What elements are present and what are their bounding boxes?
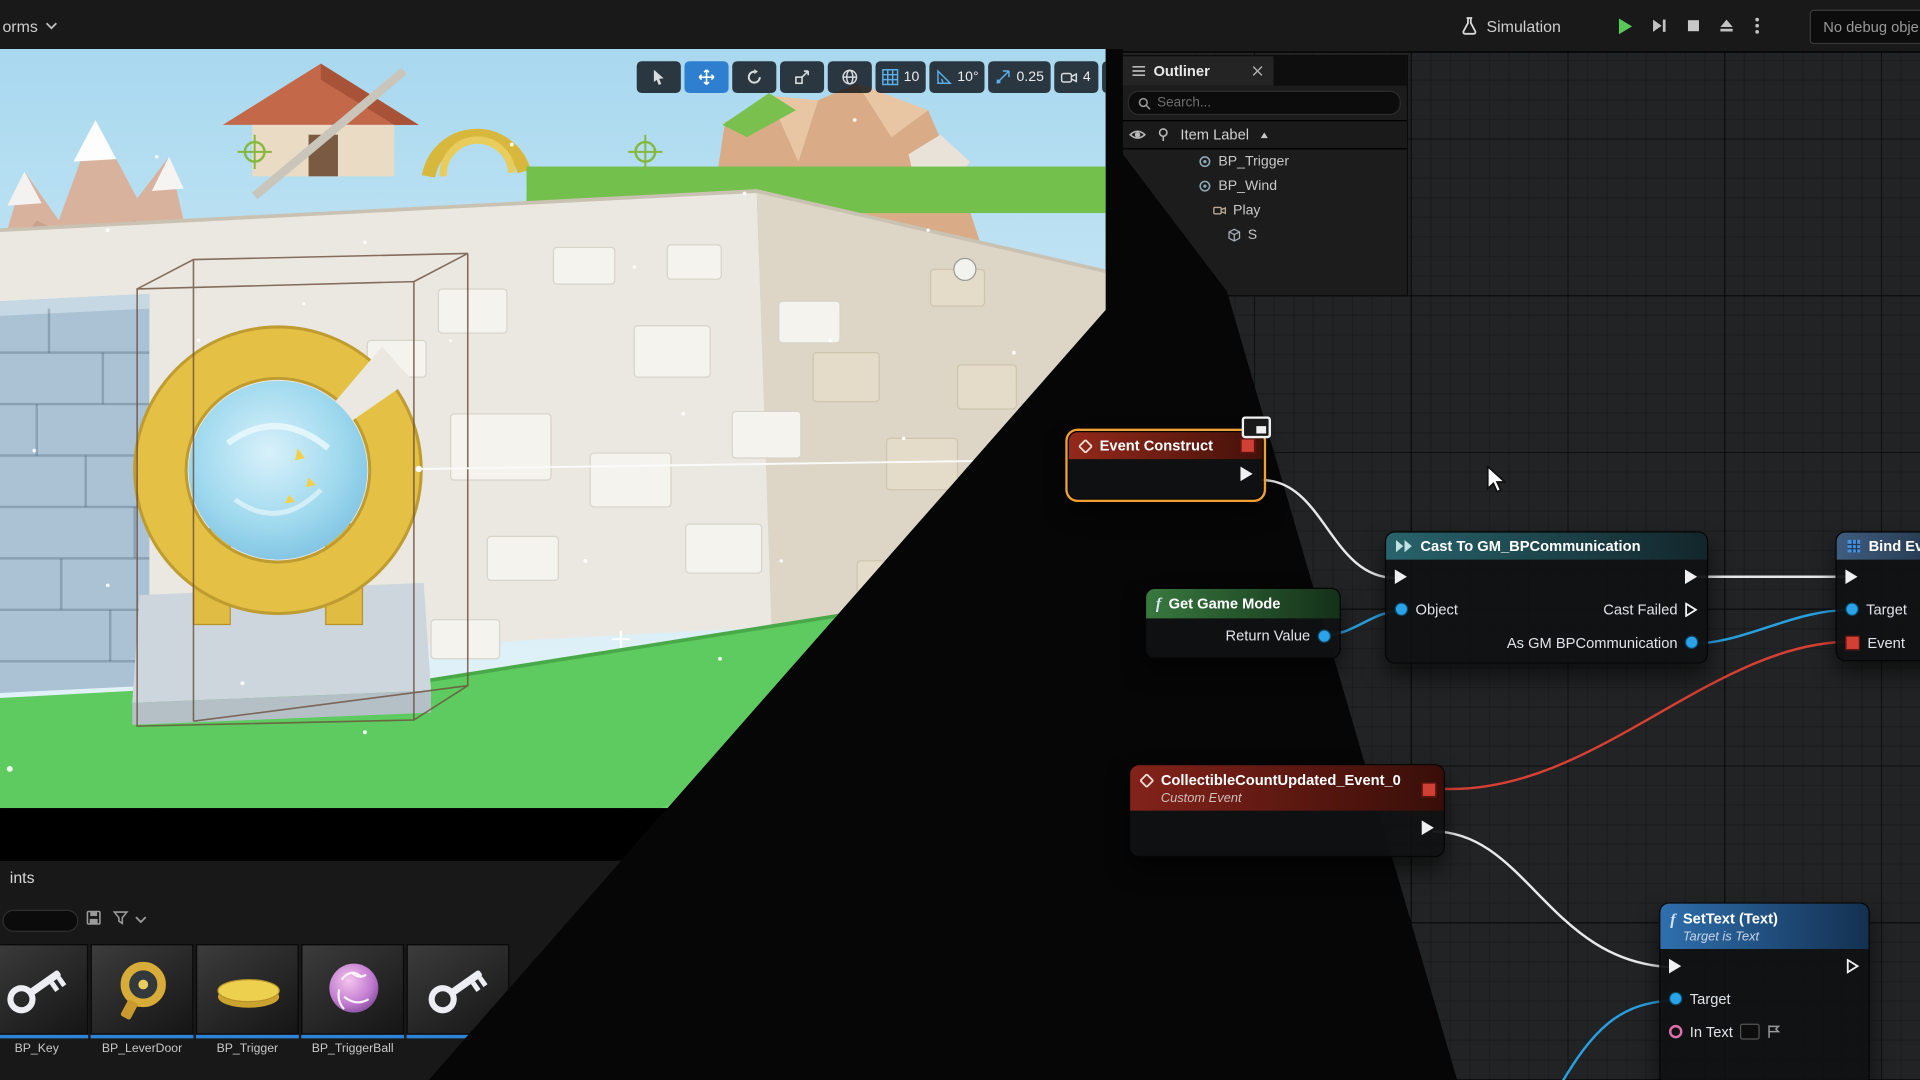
exec-out-pin[interactable]: [1685, 569, 1698, 584]
node-title: Bind Ev: [1869, 538, 1920, 555]
delegate-pin[interactable]: [1240, 438, 1255, 453]
node-bind-event[interactable]: Bind Ev Target Event: [1836, 531, 1920, 661]
save-icon[interactable]: [86, 910, 102, 926]
angle-snap-icon: [935, 69, 952, 86]
node-subtitle: Custom Event: [1161, 791, 1242, 806]
asset-name: BP_TriggerBall: [301, 1038, 404, 1055]
grid-snap-icon: [882, 69, 899, 86]
pin-label: Event: [1867, 634, 1905, 651]
asset-search-input[interactable]: [2, 910, 78, 932]
pin-label: Return Value: [1226, 627, 1311, 644]
move-icon: [698, 69, 715, 86]
pin-label: In Text: [1690, 1023, 1733, 1040]
node-collectible-count-updated-event[interactable]: CollectibleCountUpdated_Event_0 Custom E…: [1129, 764, 1445, 857]
event-icon: [1079, 439, 1092, 452]
rotate-tool-button[interactable]: [732, 61, 776, 93]
in-text-value-input[interactable]: [1740, 1024, 1760, 1040]
node-title: CollectibleCountUpdated_Event_0: [1161, 771, 1401, 788]
filter-icon[interactable]: [113, 910, 129, 926]
asset-name: BP_LeverDoor: [91, 1038, 194, 1055]
scale-snap-value: 0.25: [1017, 70, 1044, 85]
exec-in-pin[interactable]: [1395, 569, 1408, 584]
rotate-icon: [746, 69, 763, 86]
asset-tile[interactable]: BP_Trigger: [196, 944, 299, 1055]
world-local-toggle[interactable]: [828, 61, 872, 93]
object-pin[interactable]: [1395, 602, 1408, 615]
in-text-pin[interactable]: [1669, 1025, 1682, 1038]
node-event-construct[interactable]: Event Construct: [1068, 431, 1264, 500]
delegate-pin[interactable]: [1422, 782, 1437, 797]
pin-label: Object: [1416, 601, 1458, 618]
asset-tile[interactable]: BP_TriggerBall: [301, 944, 404, 1055]
asset-thumbnail: [301, 944, 404, 1035]
asset-name: BP_Trigger: [196, 1038, 299, 1055]
node-title: Get Game Mode: [1169, 595, 1281, 612]
lever-door-thumbnail-art: [92, 945, 195, 1033]
globe-icon: [841, 69, 858, 86]
function-icon: f: [1156, 594, 1161, 614]
scale-icon: [793, 69, 810, 86]
node-get-game-mode[interactable]: f Get Game Mode Return Value: [1145, 588, 1341, 659]
exec-out-pin[interactable]: [1422, 820, 1435, 835]
scale-snap-icon: [995, 69, 1012, 86]
asset-tile[interactable]: BP_Key: [0, 944, 88, 1055]
bind-event-icon: [1847, 539, 1862, 554]
window-preview-icon: [1242, 416, 1271, 438]
target-pin[interactable]: [1845, 602, 1858, 615]
node-set-text[interactable]: f SetText (Text) Target is Text Target I…: [1659, 902, 1870, 1080]
scale-snap-toggle[interactable]: 0.25: [988, 61, 1050, 93]
cast-failed-exec-pin[interactable]: [1685, 602, 1698, 617]
as-gm-bpcommunication-pin[interactable]: [1685, 636, 1698, 649]
asset-thumbnail: [0, 944, 88, 1035]
target-pin[interactable]: [1669, 992, 1682, 1005]
chevron-down-icon[interactable]: [135, 915, 147, 925]
trigger-ball-thumbnail-art: [302, 945, 405, 1033]
viewport-toolbar: 10 10° 0.25 4: [637, 61, 1146, 93]
rotation-snap-value: 10°: [957, 70, 978, 85]
exec-out-pin[interactable]: [1847, 958, 1860, 973]
unreal-editor-window: orms Simulation No debug obje: [0, 0, 1920, 1080]
move-tool-button[interactable]: [684, 61, 728, 93]
event-delegate-pin[interactable]: [1845, 635, 1860, 650]
function-icon: f: [1670, 910, 1675, 930]
trigger-thumbnail-art: [197, 945, 300, 1033]
asset-name: BP_Key: [0, 1038, 88, 1055]
exec-in-pin[interactable]: [1669, 958, 1682, 973]
return-value-pin[interactable]: [1318, 629, 1331, 642]
camera-speed-button[interactable]: 4: [1054, 61, 1098, 93]
grid-snap-value: 10: [904, 70, 920, 85]
scale-tool-button[interactable]: [780, 61, 824, 93]
node-title: Cast To GM_BPCommunication: [1420, 538, 1640, 555]
node-title: Event Construct: [1100, 437, 1213, 454]
node-title: SetText (Text): [1683, 910, 1778, 927]
event-icon: [1140, 774, 1153, 787]
pin-label: As GM BPCommunication: [1507, 634, 1678, 651]
node-subtitle: Target is Text: [1683, 929, 1759, 944]
key-thumbnail-art: [0, 945, 89, 1033]
asset-thumbnail: [91, 944, 194, 1035]
camera-icon: [1061, 69, 1078, 86]
asset-tile[interactable]: BP_LeverDoor: [91, 944, 194, 1055]
camera-speed-value: 4: [1083, 70, 1091, 85]
select-tool-button[interactable]: [637, 61, 681, 93]
pin-label: Target: [1866, 601, 1907, 618]
rotation-snap-toggle[interactable]: 10°: [929, 61, 985, 93]
cursor-icon: [650, 69, 667, 86]
pin-label: Cast Failed: [1603, 601, 1677, 618]
localization-flag-icon[interactable]: [1767, 1024, 1782, 1040]
exec-in-pin[interactable]: [1845, 569, 1858, 584]
pin-label: Target: [1690, 990, 1731, 1007]
exec-out-pin[interactable]: [1240, 467, 1253, 482]
cast-icon: [1396, 540, 1413, 552]
node-cast-to-gm-bpcommunication[interactable]: Cast To GM_BPCommunication Object Cast F…: [1385, 531, 1708, 663]
asset-thumbnail: [196, 944, 299, 1035]
grid-snap-toggle[interactable]: 10: [876, 61, 926, 93]
